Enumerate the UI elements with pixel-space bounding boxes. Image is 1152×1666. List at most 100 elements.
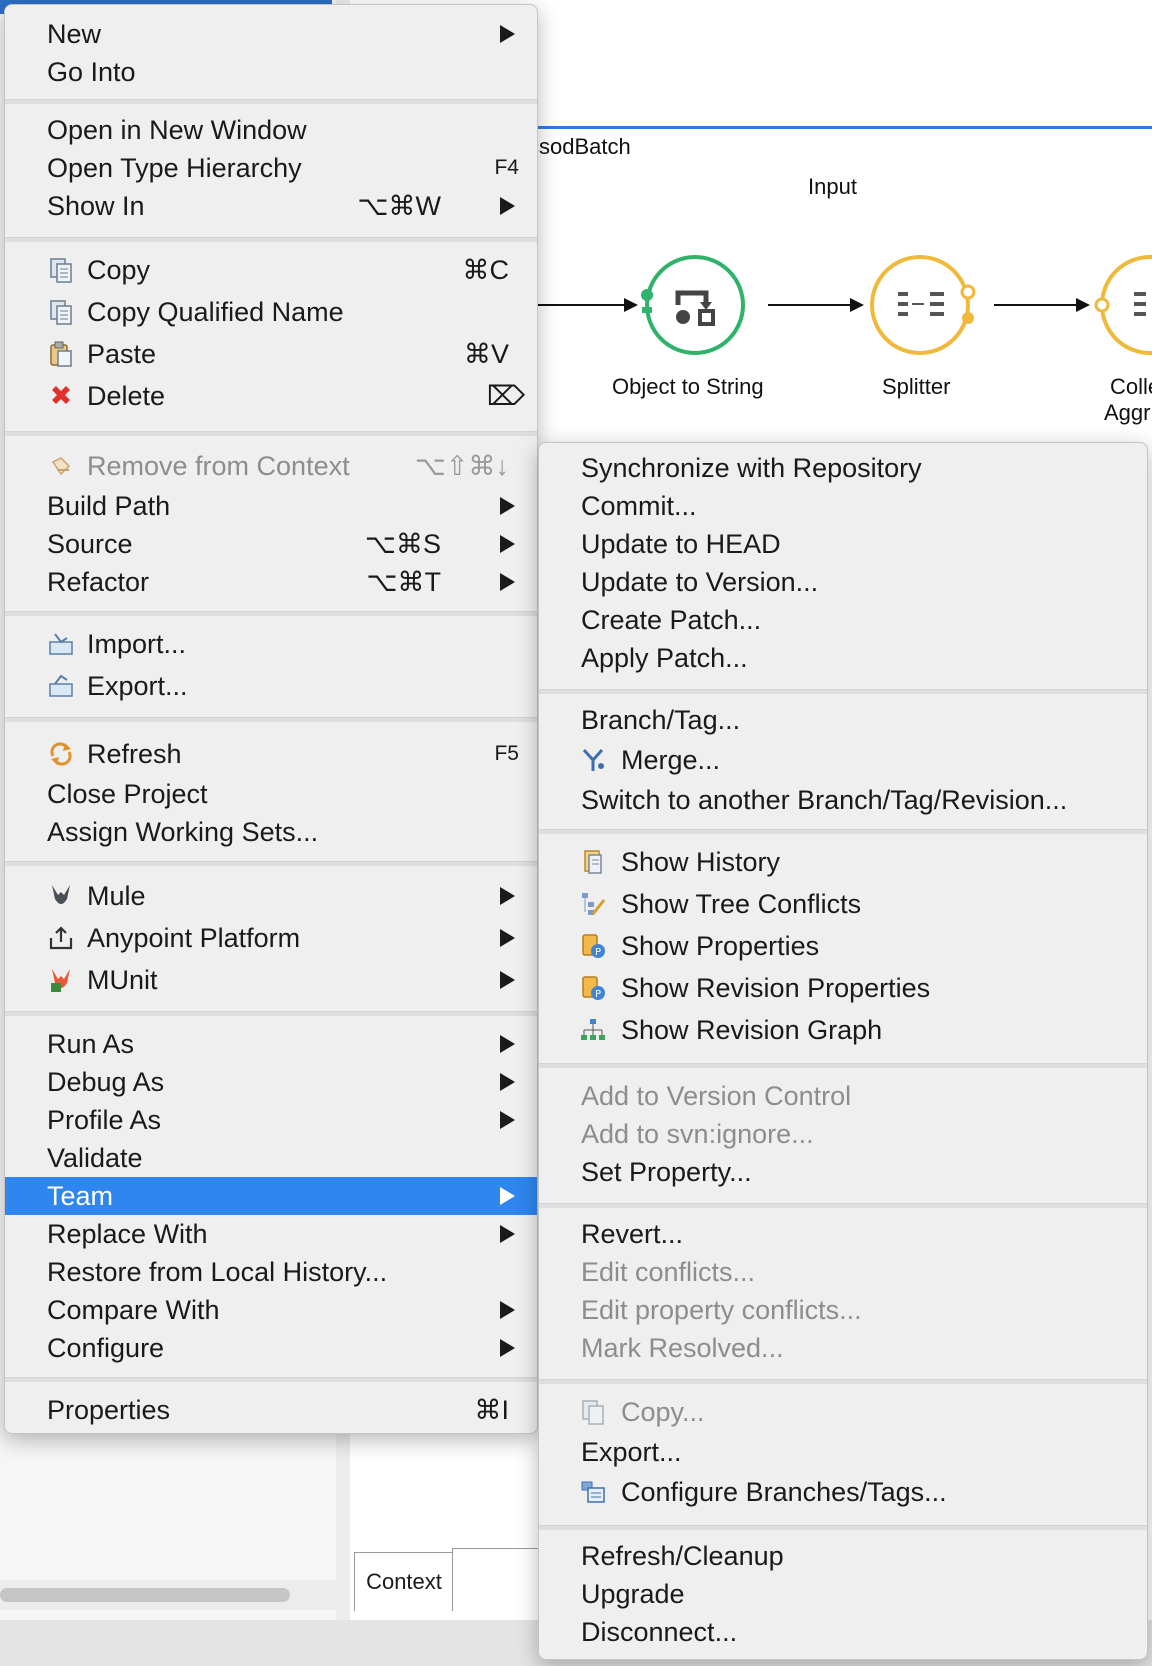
menu-item-copy[interactable]: Copy ⌘C <box>5 251 537 289</box>
menu-item-replace-with[interactable]: Replace With <box>5 1215 537 1253</box>
munit-icon <box>51 969 70 992</box>
menu-item-build-path[interactable]: Build Path <box>5 487 537 525</box>
menu-item-add-version-control[interactable]: Add to Version Control <box>539 1077 1147 1115</box>
horizontal-scrollbar-thumb[interactable] <box>0 1588 290 1602</box>
shortcut-label: ⌥⌘T <box>366 567 441 597</box>
submenu-arrow-icon <box>500 1111 515 1129</box>
node-label-collection: Colle <box>1110 374 1152 399</box>
configure-branches-icon <box>581 1481 605 1503</box>
copy-qualified-icon <box>50 300 72 325</box>
menu-item-compare-with[interactable]: Compare With <box>5 1291 537 1329</box>
menu-separator <box>5 1377 537 1382</box>
menu-item-show-history[interactable]: Show History <box>539 843 1147 881</box>
menu-item-validate[interactable]: Validate <box>5 1139 537 1177</box>
submenu-arrow-icon <box>500 1187 515 1205</box>
menu-item-restore-local-history[interactable]: Restore from Local History... <box>5 1253 537 1291</box>
merge-icon <box>582 748 604 771</box>
menu-item-synchronize[interactable]: Synchronize with Repository <box>539 449 1147 487</box>
menu-item-debug-as[interactable]: Debug As <box>5 1063 537 1101</box>
menu-separator <box>5 717 537 722</box>
shortcut-label: ⌥⌘W <box>357 191 441 221</box>
submenu-arrow-icon <box>500 535 515 553</box>
menu-item-switch-branch[interactable]: Switch to another Branch/Tag/Revision... <box>539 781 1147 819</box>
export-icon <box>49 674 73 697</box>
menu-item-export[interactable]: Export... <box>5 667 537 705</box>
tab-context[interactable]: Context <box>354 1552 454 1611</box>
menu-separator <box>539 1203 1147 1208</box>
menu-item-copy-svn[interactable]: Copy... <box>539 1393 1147 1431</box>
menu-item-run-as[interactable]: Run As <box>5 1025 537 1063</box>
menu-item-upgrade[interactable]: Upgrade <box>539 1575 1147 1613</box>
shortcut-label: F5 <box>494 742 519 765</box>
menu-item-refresh[interactable]: Refresh F5 <box>5 735 537 773</box>
menu-item-show-tree-conflicts[interactable]: Show Tree Conflicts <box>539 885 1147 923</box>
flow-input-label: Input <box>808 174 857 199</box>
menu-item-team[interactable]: Team <box>5 1177 537 1215</box>
menu-item-mark-resolved[interactable]: Mark Resolved... <box>539 1329 1147 1367</box>
node-label-aggregator: Aggr <box>1104 400 1151 425</box>
menu-item-set-property[interactable]: Set Property... <box>539 1153 1147 1191</box>
svg-text:P: P <box>595 947 601 958</box>
properties-icon: P <box>582 934 605 958</box>
menu-item-source[interactable]: Source ⌥⌘S <box>5 525 537 563</box>
menu-separator <box>539 1525 1147 1530</box>
menu-item-import[interactable]: Import... <box>5 625 537 663</box>
submenu-arrow-icon <box>500 1301 515 1319</box>
menu-item-revert[interactable]: Revert... <box>539 1215 1147 1253</box>
menu-item-show-properties[interactable]: P Show Properties <box>539 927 1147 965</box>
menu-item-mule[interactable]: Mule <box>5 877 537 915</box>
menu-item-branch-tag[interactable]: Branch/Tag... <box>539 701 1147 739</box>
submenu-arrow-icon <box>500 497 515 515</box>
menu-item-show-in[interactable]: Show In ⌥⌘W <box>5 187 537 225</box>
menu-item-update-head[interactable]: Update to HEAD <box>539 525 1147 563</box>
menu-item-copy-qualified-name[interactable]: Copy Qualified Name <box>5 293 537 331</box>
menu-item-remove-from-context[interactable]: Remove from Context ⌥⇧⌘↓ <box>5 447 537 485</box>
menu-item-refresh-cleanup[interactable]: Refresh/Cleanup <box>539 1537 1147 1575</box>
menu-item-properties[interactable]: Properties ⌘I <box>5 1391 537 1429</box>
collection-aggregator-node[interactable] <box>1094 255 1152 355</box>
menu-item-anypoint-platform[interactable]: Anypoint Platform <box>5 919 537 957</box>
menu-item-munit[interactable]: MUnit <box>5 961 537 999</box>
mule-icon <box>52 885 70 904</box>
menu-item-delete[interactable]: Delete ⌦ <box>5 377 537 415</box>
submenu-arrow-icon <box>500 971 515 989</box>
menu-item-merge[interactable]: Merge... <box>539 741 1147 779</box>
menu-item-show-revision-properties[interactable]: P Show Revision Properties <box>539 969 1147 1007</box>
menu-item-show-revision-graph[interactable]: Show Revision Graph <box>539 1011 1147 1049</box>
menu-item-apply-patch[interactable]: Apply Patch... <box>539 639 1147 677</box>
remove-context-icon <box>51 457 71 476</box>
menu-item-paste[interactable]: Paste ⌘V <box>5 335 537 373</box>
menu-item-go-into[interactable]: Go Into <box>5 53 537 91</box>
copy-icon <box>582 1400 604 1425</box>
menu-item-export-svn[interactable]: Export... <box>539 1433 1147 1471</box>
menu-item-profile-as[interactable]: Profile As <box>5 1101 537 1139</box>
delete-shortcut-icon: ⌦ <box>486 381 525 411</box>
menu-item-configure[interactable]: Configure <box>5 1329 537 1367</box>
flow-canvas-border <box>520 126 1152 129</box>
import-icon <box>49 633 73 655</box>
menu-item-create-patch[interactable]: Create Patch... <box>539 601 1147 639</box>
submenu-arrow-icon <box>500 1035 515 1053</box>
svg-text:P: P <box>595 989 601 1000</box>
node-label-object-to-string: Object to String <box>612 374 764 399</box>
menu-item-commit[interactable]: Commit... <box>539 487 1147 525</box>
submenu-arrow-icon <box>500 929 515 947</box>
menu-item-refactor[interactable]: Refactor ⌥⌘T <box>5 563 537 601</box>
object-to-string-node[interactable] <box>641 255 745 355</box>
delete-icon <box>52 386 70 404</box>
menu-item-edit-conflicts[interactable]: Edit conflicts... <box>539 1253 1147 1291</box>
menu-item-close-project[interactable]: Close Project <box>5 775 537 813</box>
submenu-arrow-icon <box>500 573 515 591</box>
menu-item-update-version[interactable]: Update to Version... <box>539 563 1147 601</box>
menu-item-new[interactable]: New <box>5 15 537 53</box>
menu-item-disconnect[interactable]: Disconnect... <box>539 1613 1147 1651</box>
menu-item-assign-working-sets[interactable]: Assign Working Sets... <box>5 813 537 851</box>
shortcut-label: ⌘I <box>474 1395 509 1425</box>
menu-item-open-new-window[interactable]: Open in New Window <box>5 111 537 149</box>
menu-item-configure-branches[interactable]: Configure Branches/Tags... <box>539 1473 1147 1511</box>
menu-item-edit-property-conflicts[interactable]: Edit property conflicts... <box>539 1291 1147 1329</box>
splitter-node[interactable] <box>870 255 976 355</box>
menu-item-add-svn-ignore[interactable]: Add to svn:ignore... <box>539 1115 1147 1153</box>
menu-item-open-type-hierarchy[interactable]: Open Type Hierarchy F4 <box>5 149 537 187</box>
submenu-arrow-icon <box>500 1339 515 1357</box>
